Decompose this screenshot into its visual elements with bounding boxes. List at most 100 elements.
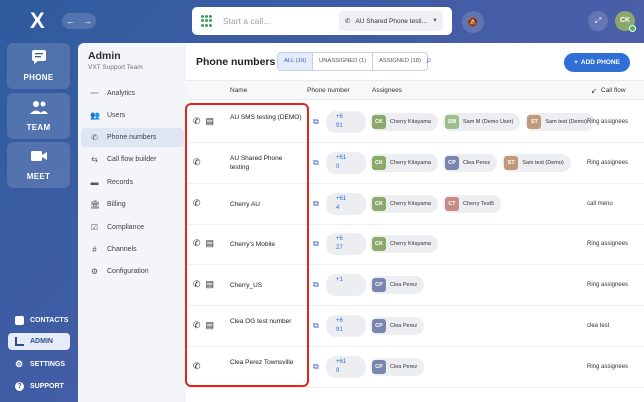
search-icon[interactable]: ⌕ xyxy=(426,55,432,66)
row-number: ⧉ +6 27 xyxy=(313,233,366,256)
avatar: ST xyxy=(527,115,542,129)
page-title: Phone numbers xyxy=(196,56,276,68)
tab-unassigned[interactable]: UNASSIGNED (1) xyxy=(313,53,374,70)
admin-sidebar: Admin VXT Support Team 〰 Analytics 👥 Users… xyxy=(78,43,186,402)
header-call-flow: Call flow xyxy=(601,87,626,94)
number-suffix: 0 xyxy=(336,163,340,170)
assignee-chip[interactable]: ST Sam test (Demo) xyxy=(525,113,594,131)
history-nav: ← → xyxy=(62,13,96,29)
assignee-name: Sam M (Demo User) xyxy=(462,119,514,125)
nav-billing[interactable]: 🏛 Billing xyxy=(81,195,184,214)
assignee-list: CK Cherry Kitayama SM Sam M (Demo User) ST Sa… xyxy=(370,113,594,131)
nav-records[interactable]: ▬ Records xyxy=(81,173,184,192)
assignee-chip[interactable]: SM Sam M (Demo User) xyxy=(442,113,521,131)
assignee-name: Cherry Test5 xyxy=(462,200,495,207)
assignee-chip[interactable]: ST Sam test (Demo) xyxy=(502,153,571,172)
nav-analytics[interactable]: 〰 Analytics xyxy=(81,84,184,103)
number-suffix: 8 xyxy=(336,367,340,374)
notifications-off-button[interactable]: 🔕 xyxy=(462,11,484,33)
copy-icon[interactable]: ⧉ xyxy=(313,362,323,372)
assignee-chip[interactable]: CT Cherry Test5 xyxy=(442,194,502,213)
gear-icon: ⚙ xyxy=(15,359,24,369)
number-value[interactable]: +6 27 xyxy=(326,233,366,256)
number-value[interactable]: +6 91 xyxy=(326,111,366,133)
rail-meet-button[interactable]: MEET xyxy=(7,142,70,188)
row-call-flow: Ring assignees xyxy=(587,159,629,166)
nav-records-label: Records xyxy=(107,179,134,186)
copy-icon[interactable]: ⧉ xyxy=(313,158,323,168)
nav-users[interactable]: 👥 Users xyxy=(81,106,184,125)
rail-team-button[interactable]: TEAM xyxy=(7,93,70,139)
assignee-name: Cherry Kitayama xyxy=(390,241,431,248)
number-value[interactable]: +6 91 xyxy=(326,315,366,337)
header-name[interactable]: Name xyxy=(230,87,247,94)
number-prefix: +61 xyxy=(336,195,347,202)
bank-icon: 🏛 xyxy=(90,200,101,209)
rail-support-link[interactable]: ? SUPPORT xyxy=(8,378,70,395)
nav-configuration-label: Configuration xyxy=(107,268,149,275)
copy-icon[interactable]: ⧉ xyxy=(313,117,323,127)
nav-compliance[interactable]: ☑ Compliance xyxy=(81,218,184,237)
assignee-chip[interactable]: CK Cherry Kitayama xyxy=(370,113,438,131)
row-number: ⧉ +61 4 xyxy=(313,192,366,215)
rail-admin-link[interactable]: ADMIN xyxy=(8,333,70,350)
nav-configuration[interactable]: ⚙ Configuration xyxy=(81,262,184,281)
assignee-chip[interactable]: CK Cherry Kitayama xyxy=(370,194,438,213)
header-assignees: Assignees xyxy=(372,87,402,94)
call-flow-icon: ⇆ xyxy=(91,155,98,164)
copy-icon[interactable]: ⧉ xyxy=(313,321,323,331)
number-value[interactable]: +61 8 xyxy=(326,355,366,378)
add-phone-button[interactable]: + ADD PHONE xyxy=(564,53,630,72)
video-icon xyxy=(30,151,47,161)
dialpad-icon[interactable] xyxy=(201,15,213,27)
number-value[interactable]: +61 4 xyxy=(326,192,366,215)
user-avatar[interactable]: CK xyxy=(615,11,636,32)
assignee-name: Clea Perez xyxy=(390,363,418,370)
avatar: CT xyxy=(444,196,459,211)
number-suffix: 91 xyxy=(336,123,343,129)
assignee-list: CK Cherry Kitayama xyxy=(370,235,438,254)
nav-phone-numbers[interactable]: ✆ Phone numbers xyxy=(81,128,184,147)
row-number: ⧉ +6 91 xyxy=(313,111,366,133)
line-selector[interactable]: ✆ AU Shared Phone testi... ▼ xyxy=(339,11,443,31)
call-input[interactable]: Start a call... xyxy=(223,16,335,26)
avatar: CP xyxy=(372,278,386,293)
left-rail: X PHONE TEAM MEET CONTACTS ADMIN ⚙ SETTIN… xyxy=(0,0,78,402)
assignee-list: CP Clea Perez xyxy=(370,357,425,376)
assignee-chip[interactable]: CP Clea Perez xyxy=(442,153,498,172)
number-value[interactable]: +1 xyxy=(326,274,366,297)
nav-call-flow-builder[interactable]: ⇆ Call flow builder xyxy=(81,150,184,169)
number-prefix: +61 xyxy=(336,154,347,161)
row-call-flow: call menu xyxy=(587,200,613,207)
copy-icon[interactable]: ⧉ xyxy=(313,239,323,249)
number-value[interactable]: +61 0 xyxy=(326,151,366,174)
row-number: ⧉ +61 0 xyxy=(313,151,366,174)
number-prefix: +6 xyxy=(336,236,343,243)
rail-support-label: SUPPORT xyxy=(30,383,64,390)
rail-phone-button[interactable]: PHONE xyxy=(7,43,70,89)
assignee-name: Sam test (Demo) xyxy=(522,159,564,166)
assignee-chip[interactable]: CK Cherry Kitayama xyxy=(370,153,438,172)
assignee-chip[interactable]: CK Cherry Kitayama xyxy=(370,235,438,254)
rail-contacts-link[interactable]: CONTACTS xyxy=(8,312,70,329)
number-prefix: +6 xyxy=(336,318,343,324)
assignee-chip[interactable]: CP Clea Perez xyxy=(370,276,425,295)
copy-icon[interactable]: ⧉ xyxy=(313,280,323,290)
tab-assigned[interactable]: ASSIGNED (18) xyxy=(373,53,427,70)
assignee-name: Clea Perez xyxy=(390,323,418,329)
assignee-name: Clea Perez xyxy=(390,282,418,289)
expand-button[interactable]: ⤢ xyxy=(588,11,608,31)
back-arrow-icon[interactable]: ← xyxy=(66,16,75,26)
user-avatar-initials: CK xyxy=(619,17,631,24)
row-call-flow: Ring assignees xyxy=(587,241,629,248)
assignee-list: CP Clea Perez xyxy=(370,276,425,295)
nav-channels[interactable]: # Channels xyxy=(81,240,184,259)
assignee-chip[interactable]: CP Clea Perez xyxy=(370,357,425,376)
copy-icon[interactable]: ⧉ xyxy=(313,199,323,209)
assignee-chip[interactable]: CP Clea Perez xyxy=(370,317,425,335)
forward-arrow-icon[interactable]: → xyxy=(83,16,92,26)
tab-all[interactable]: ALL (19) xyxy=(278,53,314,70)
bell-off-icon: 🔕 xyxy=(467,17,479,27)
row-call-flow: Ring assignees xyxy=(587,363,629,370)
rail-settings-link[interactable]: ⚙ SETTINGS xyxy=(8,356,70,373)
